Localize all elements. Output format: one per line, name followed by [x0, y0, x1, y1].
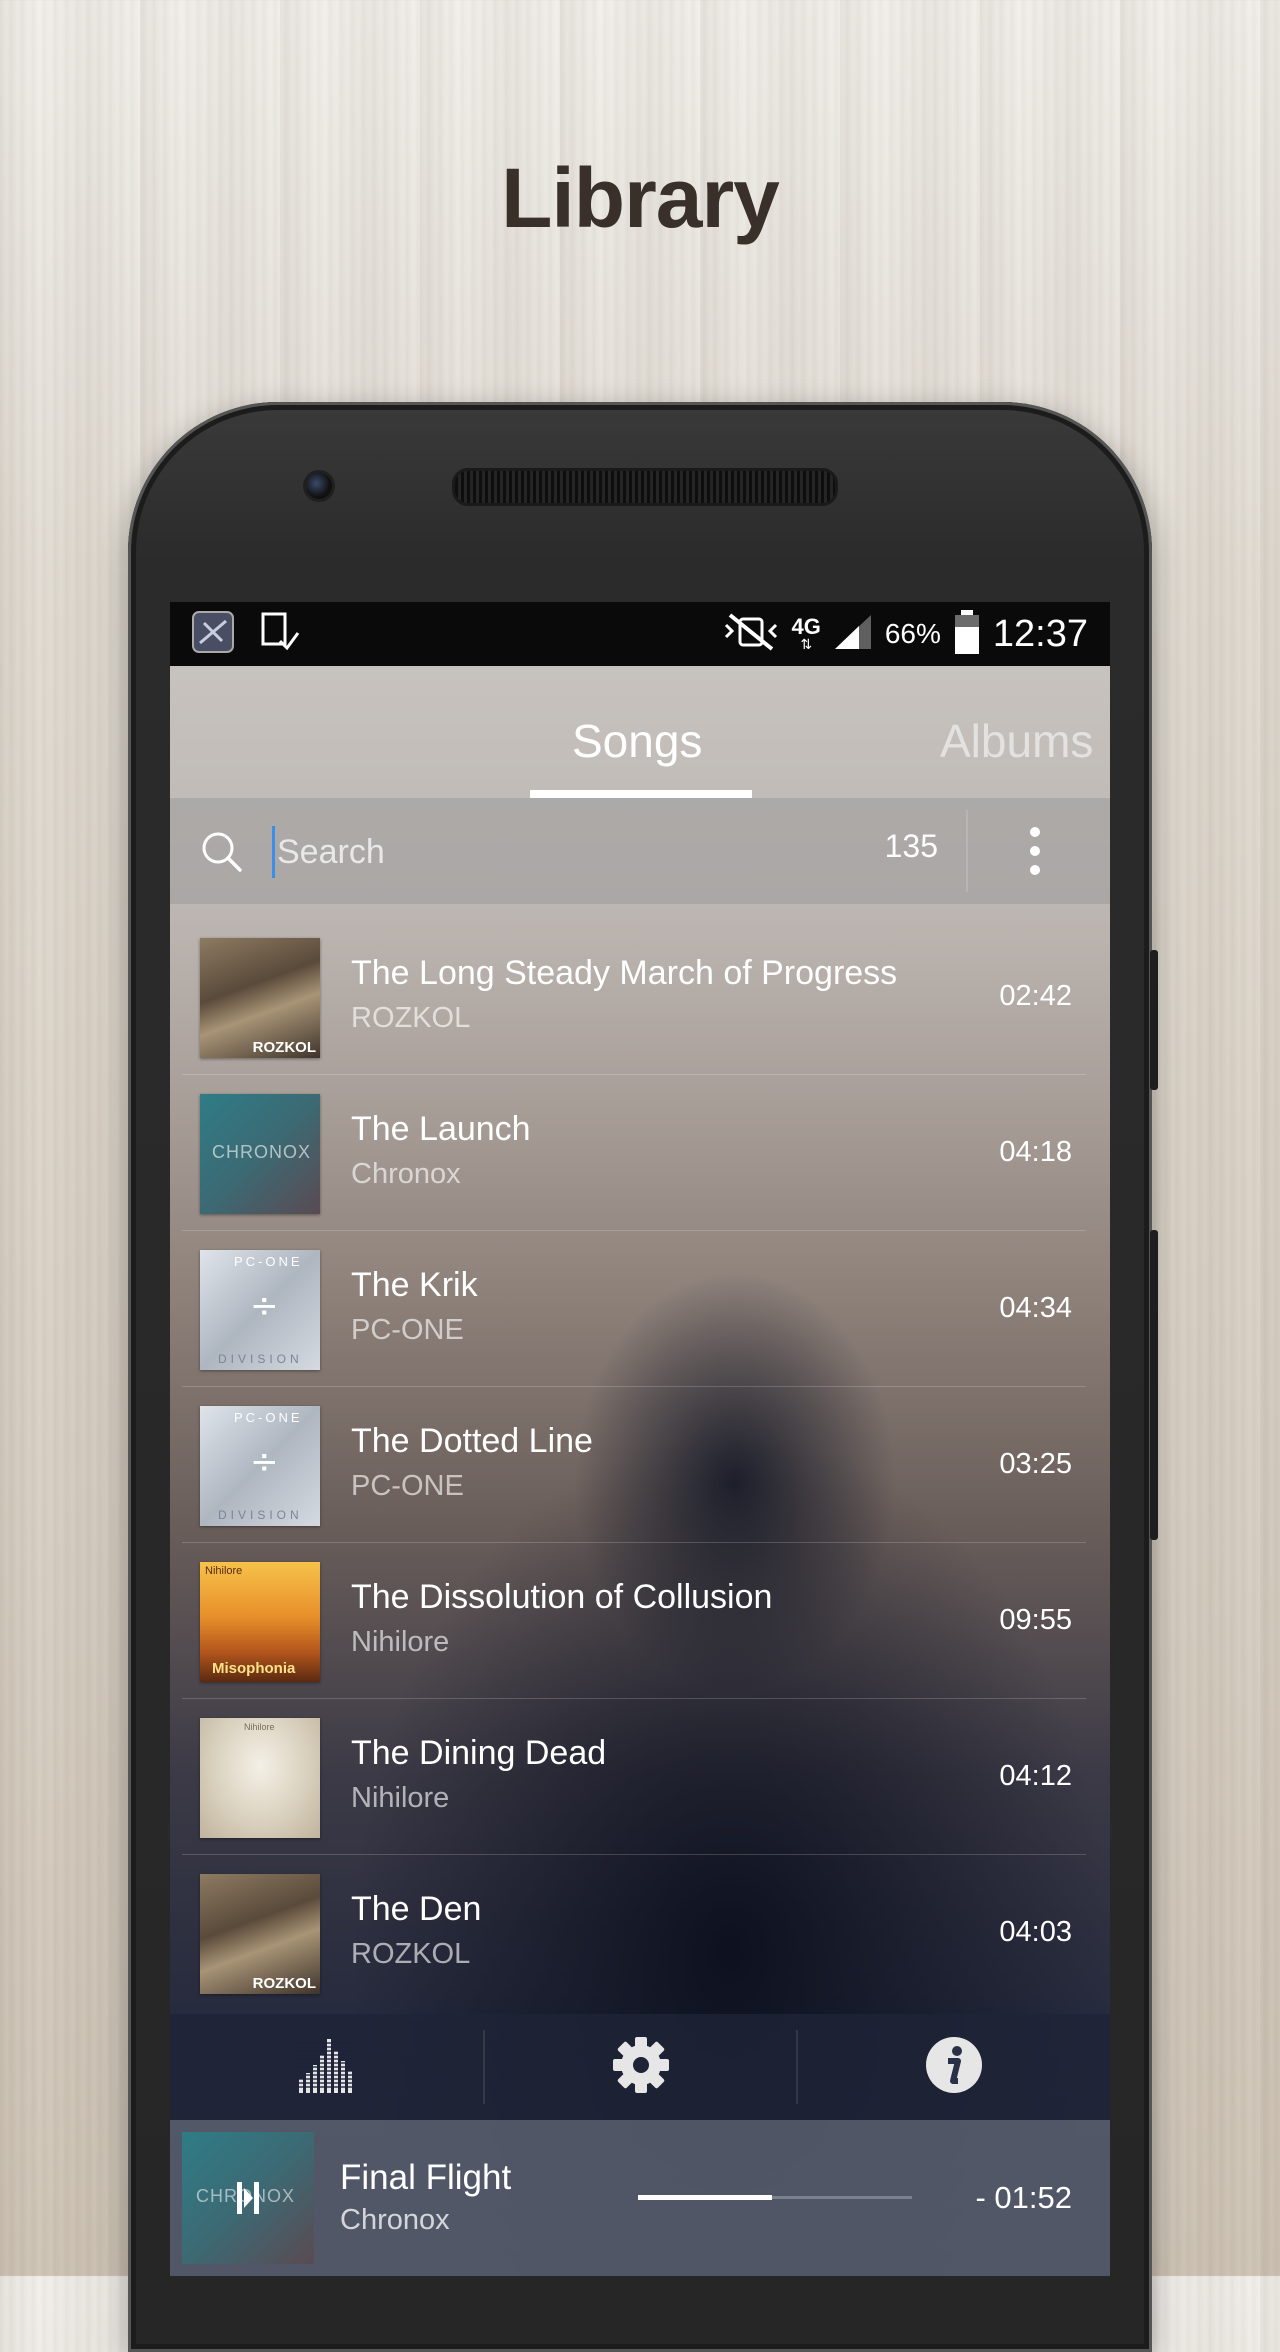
song-duration: 03:25 [999, 1448, 1072, 1480]
search-divider [966, 810, 968, 892]
song-row[interactable]: PC-ONE ÷ DIVISION The Krik PC-ONE 04:34 [182, 1230, 1086, 1387]
song-artist: ROZKOL [351, 1002, 471, 1034]
vibrate-mute-icon [722, 613, 780, 655]
play-pause-icon[interactable] [234, 2180, 264, 2220]
page-title: Library [501, 151, 780, 245]
song-title: The Dotted Line [351, 1422, 593, 1460]
search-icon[interactable] [200, 830, 244, 878]
info-icon [924, 2035, 984, 2099]
album-art-rozkol: ROZKOL [200, 1874, 320, 1994]
song-title: The Dining Dead [351, 1734, 607, 1772]
song-row[interactable]: PC-ONE ÷ DIVISION The Dotted Line PC-ONE… [182, 1386, 1086, 1543]
song-duration: 02:42 [999, 980, 1072, 1012]
song-duration: 09:55 [999, 1604, 1072, 1636]
song-title: The Krik [351, 1266, 478, 1304]
song-row[interactable]: ROZKOL The Den ROZKOL 04:03 [182, 1854, 1086, 2010]
tab-songs[interactable]: Songs [572, 714, 702, 768]
song-title: The Long Steady March of Progress [351, 954, 898, 992]
album-art-pcone: PC-ONE ÷ DIVISION [200, 1250, 320, 1370]
song-duration: 04:03 [999, 1916, 1072, 1948]
tab-bar: Songs Albums [170, 666, 1110, 800]
song-duration: 04:34 [999, 1292, 1072, 1324]
playback-progress-bar[interactable] [638, 2195, 912, 2200]
song-duration: 04:12 [999, 1760, 1072, 1792]
volume-button [1150, 950, 1158, 1090]
now-playing-bar[interactable]: CHRONOX Final Flight Chronox - 01:52 [170, 2120, 1110, 2276]
status-bar: 4G ⇅ 66% 12:37 [170, 602, 1110, 666]
song-artist: PC-ONE [351, 1470, 464, 1502]
album-art-rozkol: ROZKOL [200, 938, 320, 1058]
download-done-icon [260, 611, 300, 657]
signal-icon [833, 613, 873, 655]
time-remaining: - 01:52 [975, 2180, 1072, 2215]
song-artist: ROZKOL [351, 1938, 471, 1970]
info-button[interactable] [797, 2014, 1110, 2120]
song-title: The Den [351, 1890, 482, 1928]
gear-icon [611, 2035, 671, 2099]
active-tab-indicator [530, 790, 752, 798]
song-row[interactable]: Nihilore Misophonia The Dissolution of C… [182, 1542, 1086, 1699]
song-artist: PC-ONE [351, 1314, 464, 1346]
album-art-nihilore: Nihilore [200, 1718, 320, 1838]
album-art-misophonia: Nihilore Misophonia [200, 1562, 320, 1682]
equalizer-button[interactable] [170, 2014, 483, 2120]
song-title: The Dissolution of Collusion [351, 1578, 773, 1616]
network-4g-icon: 4G ⇅ [791, 614, 821, 653]
battery-icon [953, 609, 981, 659]
power-button [1150, 1230, 1158, 1540]
song-artist: Nihilore [351, 1626, 450, 1658]
now-playing-title: Final Flight [340, 2158, 512, 2197]
song-row[interactable]: ROZKOL The Long Steady March of Progress… [182, 918, 1086, 1075]
album-art-chronox: CHRONOX [200, 1094, 320, 1214]
song-artist: Chronox [351, 1158, 461, 1190]
song-title: The Launch [351, 1110, 531, 1148]
battery-percent: 66% [884, 618, 941, 649]
app-screen: 4G ⇅ 66% 12:37 Songs Albums 135 [170, 602, 1110, 2276]
song-artist: Nihilore [351, 1782, 450, 1814]
playback-progress-fill [638, 2195, 773, 2200]
song-row[interactable]: CHRONOX The Launch Chronox 04:18 [182, 1074, 1086, 1231]
song-count: 135 [884, 828, 938, 864]
status-time: 12:37 [992, 612, 1088, 655]
now-playing-album-art: CHRONOX [182, 2132, 314, 2264]
song-duration: 04:18 [999, 1136, 1072, 1168]
song-row[interactable]: Nihilore The Dining Dead Nihilore 04:12 [182, 1698, 1086, 1855]
earpiece-speaker [452, 468, 838, 506]
tab-albums[interactable]: Albums [940, 714, 1093, 768]
search-input[interactable] [272, 826, 779, 878]
overflow-menu-icon[interactable] [1028, 826, 1042, 880]
now-playing-artist: Chronox [340, 2204, 450, 2236]
bottom-toolbar [170, 2014, 1110, 2120]
settings-button[interactable] [484, 2014, 797, 2120]
search-bar: 135 [170, 798, 1110, 904]
equalizer-icon [296, 2035, 357, 2099]
app-notification-icon [192, 611, 234, 657]
front-camera [303, 470, 335, 502]
album-art-pcone: PC-ONE ÷ DIVISION [200, 1406, 320, 1526]
